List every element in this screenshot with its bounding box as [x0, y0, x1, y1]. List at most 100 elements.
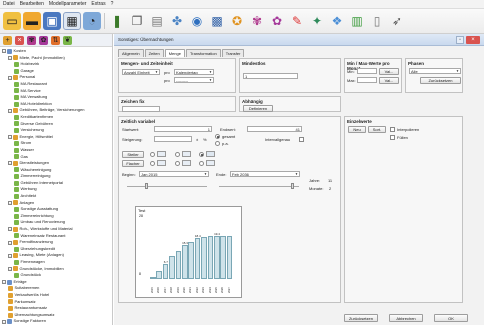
ende-select[interactable]: Feb 2036 ▼: [230, 171, 300, 177]
reset-button[interactable]: Zurücksetzen: [344, 314, 378, 322]
export-icon[interactable]: ❖: [328, 12, 346, 30]
radio-pa[interactable]: [215, 141, 220, 146]
beginn-slider-track[interactable]: [127, 186, 207, 187]
gears-icon[interactable]: ✦: [308, 12, 326, 30]
tree-item[interactable]: Grundstück: [0, 272, 112, 279]
steigerung-input[interactable]: [154, 136, 192, 142]
calc-icon[interactable]: ▩: [208, 12, 226, 30]
tree-item[interactable]: - Dienstleistungen: [0, 160, 112, 167]
steigerung-stepper-icon[interactable]: ±: [196, 137, 198, 142]
intervallgenau-checkbox[interactable]: [299, 137, 304, 142]
open-icon[interactable]: ▭: [3, 12, 21, 30]
tree-item[interactable]: - Energie, Hilfsmittel: [0, 134, 112, 141]
butterfly-icon[interactable]: ✾: [27, 35, 36, 45]
tree-item[interactable]: Wäschereinigung: [0, 167, 112, 174]
tree-item[interactable]: - Gebühren, Beiträge, Versicherungen: [0, 107, 112, 114]
tree-item[interactable]: Firmenwagen: [0, 259, 112, 266]
tree-item[interactable]: Wasser: [0, 147, 112, 154]
tree-item[interactable]: Sonstige Ausstattung: [0, 206, 112, 213]
tree-item[interactable]: Gebühren Internetportal: [0, 180, 112, 187]
new-icon[interactable]: +: [3, 35, 12, 45]
tree-item[interactable]: Zimmerreinigung: [0, 173, 112, 180]
tree-item[interactable]: MA Restaurant: [0, 81, 112, 88]
curve-radio-3[interactable]: [199, 152, 204, 157]
steiler-button[interactable]: Steiler: [122, 151, 144, 158]
redo-icon[interactable]: ➶: [388, 12, 406, 30]
curve-radio-2[interactable]: [175, 152, 180, 157]
tree-item[interactable]: - Kosten: [0, 48, 112, 55]
collapse-icon[interactable]: -: [2, 280, 6, 285]
tree-item[interactable]: Gas: [0, 154, 112, 161]
curve-radio-4[interactable]: [150, 161, 155, 166]
collapse-icon[interactable]: -: [2, 319, 6, 324]
grid-icon[interactable]: ▦: [63, 12, 81, 30]
tree-item[interactable]: - Grundstücke, Immobilien: [0, 266, 112, 273]
collapse-icon[interactable]: -: [8, 240, 12, 245]
tree-item[interactable]: Versicherung: [0, 127, 112, 134]
chart-icon[interactable]: ◔: [83, 12, 101, 30]
tree-item[interactable]: Garage: [0, 68, 112, 75]
cancel-button[interactable]: Abbrechen: [389, 314, 423, 322]
tree-item[interactable]: Werbung: [0, 186, 112, 193]
play-icon[interactable]: ❚: [108, 12, 126, 30]
menu-item[interactable]: Modellparameter: [49, 0, 87, 9]
menu-item[interactable]: Datei: [3, 0, 15, 9]
bug-icon[interactable]: ✿: [39, 35, 48, 45]
collapse-icon[interactable]: -: [8, 253, 12, 258]
collapse-icon[interactable]: -: [8, 161, 12, 166]
tree-item[interactable]: - Roh-, Werkstoffe und Material: [0, 226, 112, 233]
butterfly-icon[interactable]: ✾: [248, 12, 266, 30]
move-icon[interactable]: ⇅: [51, 35, 60, 45]
tab-transfer[interactable]: Transfer: [221, 49, 245, 57]
ok-button[interactable]: OK: [434, 314, 468, 322]
zeichen-fix-input[interactable]: [122, 106, 160, 112]
tree-item[interactable]: Suitaberemen: [0, 285, 112, 292]
collapse-icon[interactable]: -: [8, 55, 12, 60]
document-icon[interactable]: ▯: [368, 12, 386, 30]
collapse-icon[interactable]: -: [8, 135, 12, 140]
tree-item[interactable]: Wareneinsatz Restaurant: [0, 233, 112, 240]
tree-item[interactable]: Umbau und Renovierung: [0, 219, 112, 226]
radio-gesamt[interactable]: [215, 134, 220, 139]
tab-allgemein[interactable]: Allgemein: [118, 49, 144, 57]
pen-icon[interactable]: ✎: [288, 12, 306, 30]
tree-item[interactable]: Strom: [0, 140, 112, 147]
tree-item[interactable]: Zimmereinrichtung: [0, 213, 112, 220]
max-values-button[interactable]: Val...: [379, 77, 399, 84]
close-icon[interactable]: ×: [466, 36, 480, 44]
tree-item[interactable]: Holzbezirk: [0, 61, 112, 68]
end-value-input[interactable]: 41: [247, 126, 302, 132]
max-input[interactable]: [357, 77, 377, 83]
tree-item[interactable]: - Fremdfinanzierung: [0, 239, 112, 246]
ende-slider-track[interactable]: [219, 186, 299, 187]
phase-select[interactable]: Alle ▼: [409, 68, 461, 74]
tree-item[interactable]: Restaurantumsatz: [0, 305, 112, 312]
collapse-icon[interactable]: -: [8, 200, 12, 205]
tree-item[interactable]: Parkumsatz: [0, 299, 112, 306]
unit-select[interactable]: Anzahl Einheit ▼: [122, 69, 160, 75]
collapse-icon[interactable]: -: [8, 266, 12, 271]
tree-item[interactable]: MA Hoteldirektion: [0, 101, 112, 108]
period-select-2[interactable]: --------- ▼: [174, 77, 214, 83]
tree-item[interactable]: Diverse Gebühren: [0, 121, 112, 128]
tree-item[interactable]: - Sonstige Faktoren: [0, 318, 112, 325]
folder-icon[interactable]: ▬: [23, 12, 41, 30]
tree-item[interactable]: Kreditkartenfirmen: [0, 114, 112, 121]
save-icon[interactable]: ▣: [43, 12, 61, 30]
delete-icon[interactable]: ×: [15, 35, 24, 45]
tab-menge[interactable]: Menge: [164, 49, 185, 57]
collapse-icon[interactable]: -: [8, 75, 12, 80]
tab-zeiten[interactable]: Zeiten: [144, 49, 164, 57]
menu-item[interactable]: Extras: [91, 0, 105, 9]
sort-button[interactable]: Sort.: [368, 126, 386, 133]
bug-icon[interactable]: ✿: [268, 12, 286, 30]
tree-item[interactable]: - Miete, Pacht (Immobilien): [0, 55, 112, 62]
tree-item[interactable]: Übernachtungsumsatz: [0, 312, 112, 319]
collapse-icon[interactable]: -: [8, 227, 12, 232]
tools-icon[interactable]: ✪: [228, 12, 246, 30]
define-button[interactable]: Definieren: [243, 105, 273, 112]
tree-item[interactable]: - Personal: [0, 74, 112, 81]
interpolate-checkbox[interactable]: [390, 127, 395, 132]
ende-slider-thumb[interactable]: [291, 183, 294, 189]
mindestlos-input[interactable]: 1: [243, 73, 298, 79]
